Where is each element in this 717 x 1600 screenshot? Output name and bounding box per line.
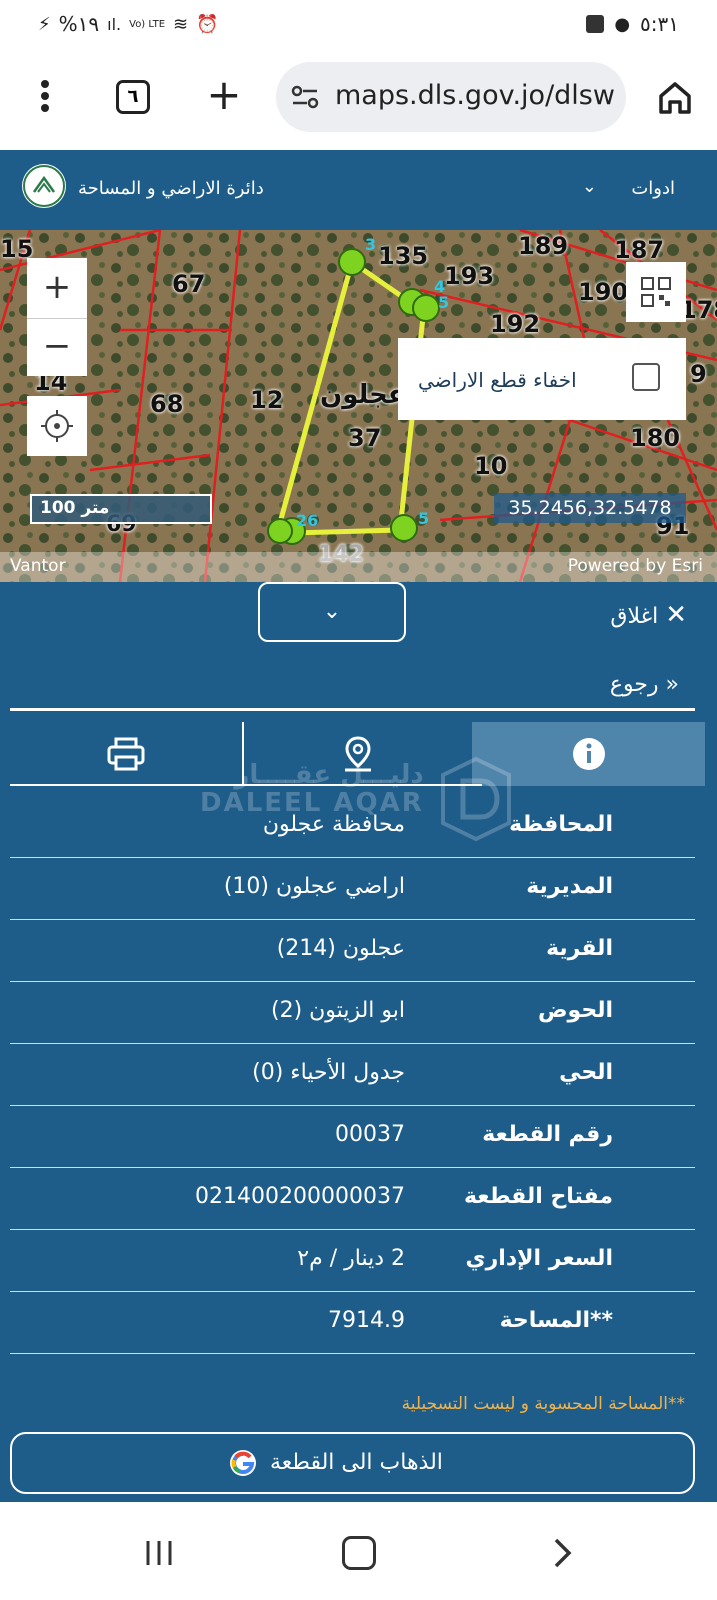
svg-text:3: 3	[365, 235, 376, 254]
new-tab-icon[interactable]: +	[204, 74, 244, 118]
row-value: عجلون (214)	[276, 936, 405, 961]
info-row-area: **المساحة 7914.9	[10, 1292, 695, 1354]
back-nav-icon[interactable]	[548, 1536, 576, 1570]
info-row-district: الحي جدول الأحياء (0)	[10, 1044, 695, 1106]
hide-parcels-label[interactable]: اخفاء قطع الاراضي	[418, 368, 577, 392]
info-row-governorate: المحافظة محافظة عجلون	[10, 796, 695, 858]
dls-logo	[22, 164, 66, 208]
parcel-label: 192	[490, 310, 541, 338]
info-row-admin-price: السعر الإداري 2 دينار / م٢	[10, 1230, 695, 1292]
crosshair-icon	[41, 410, 73, 442]
esri-attribution: Powered by Esri	[567, 556, 703, 576]
zoom-out-button[interactable]: −	[27, 318, 87, 376]
row-label: الحي	[559, 1060, 613, 1085]
signal-icon: ıl.	[107, 14, 122, 34]
status-bar: ⚡ %١٩ ıl. Vo) LTE ≋ ⏰ ● ٥:٣١	[0, 0, 717, 50]
battery-level: %١٩	[58, 12, 100, 36]
row-value: اراضي عجلون (10)	[223, 874, 405, 899]
collapse-panel-button[interactable]: ⌄	[258, 582, 406, 642]
svg-text:5: 5	[438, 293, 449, 312]
scale-bar: 100 متر	[30, 494, 212, 524]
parcel-label: 135	[378, 242, 429, 270]
imagery-attribution: Vantor	[10, 556, 66, 576]
close-label: اغلاق	[610, 604, 659, 629]
recent-apps-icon[interactable]	[142, 1538, 176, 1568]
tools-label: ادوات	[631, 178, 675, 199]
row-value: جدول الأحياء (0)	[252, 1060, 405, 1085]
messenger-icon: ●	[614, 13, 631, 35]
row-value: ابو الزيتون (2)	[270, 998, 405, 1023]
row-value: 021400200000037	[195, 1184, 405, 1209]
coordinates-readout: 35.2456,32.5478	[494, 493, 686, 523]
qr-code-button[interactable]	[626, 262, 686, 322]
parcel-label: 180	[630, 424, 681, 452]
home-icon[interactable]	[655, 78, 695, 118]
tools-menu[interactable]: ادوات ⌄	[582, 176, 675, 199]
clock: ٥:٣١	[640, 12, 679, 36]
svg-text:5: 5	[418, 509, 429, 528]
row-label: المحافظة	[509, 812, 613, 837]
row-label: المديرية	[526, 874, 613, 899]
parcel-label: 37	[348, 424, 382, 452]
browser-menu-icon[interactable]	[30, 78, 60, 118]
tab-switcher-button[interactable]: ٦	[116, 80, 150, 114]
home-nav-icon[interactable]	[342, 1536, 376, 1570]
area-name-label: عجلون	[320, 380, 406, 410]
info-row-village: القرية عجلون (214)	[10, 920, 695, 982]
row-value: 00037	[335, 1122, 405, 1147]
row-label: الحوض	[537, 998, 613, 1023]
parcel-label: 190	[578, 278, 629, 306]
watermark-arabic: دليـــل عقــــار	[234, 760, 424, 790]
info-row-basin: الحوض ابو الزيتون (2)	[10, 982, 695, 1044]
chevron-down-icon: ⌄	[322, 599, 342, 624]
back-label: رجوع	[609, 672, 659, 697]
page-title: دائرة الاراضي و المساحة	[78, 178, 264, 199]
zoom-in-button[interactable]: +	[27, 258, 87, 316]
row-value: محافظة عجلون	[262, 812, 405, 837]
info-icon	[572, 738, 605, 770]
divider	[10, 708, 695, 711]
parcel-label: 187	[614, 236, 665, 264]
row-label: **المساحة	[499, 1308, 613, 1333]
hide-parcels-checkbox[interactable]	[632, 363, 660, 391]
parcel-label: 10	[474, 452, 508, 480]
parcel-label: 189	[518, 232, 569, 260]
notification-check-icon	[586, 15, 605, 33]
qr-code-icon	[641, 277, 671, 307]
row-label: رقم القطعة	[482, 1122, 613, 1147]
row-value: 2 دينار / م٢	[297, 1246, 405, 1271]
close-button[interactable]: اغلاق ✕	[610, 600, 687, 630]
info-row-parcel-number: رقم القطعة 00037	[10, 1106, 695, 1168]
goto-parcel-label[interactable]: الذهاب الى القطعة	[270, 1450, 443, 1475]
row-value: 7914.9	[328, 1308, 405, 1333]
alarm-icon: ⏰	[196, 13, 219, 35]
parcel-label: 193	[444, 262, 495, 290]
wifi-icon: ≋	[173, 13, 189, 35]
row-label: مفتاح القطعة	[463, 1184, 613, 1209]
double-chevron-right-icon: »	[665, 672, 679, 697]
locate-me-button[interactable]	[27, 396, 87, 456]
close-icon: ✕	[665, 600, 687, 630]
battery-icon: ⚡	[38, 13, 51, 35]
area-footnote: **المساحة المحسوبة و ليست التسجيلية	[401, 1394, 685, 1414]
chevron-down-icon: ⌄	[581, 176, 597, 197]
google-icon	[228, 1448, 258, 1478]
parcel-label: 9	[690, 360, 707, 388]
row-label: القرية	[546, 936, 613, 961]
back-button[interactable]: رجوع »	[610, 672, 679, 697]
parcel-label: 68	[150, 390, 184, 418]
site-settings-icon[interactable]	[290, 82, 320, 112]
info-row-directorate: المديرية اراضي عجلون (10)	[10, 858, 695, 920]
url-text[interactable]: maps.dls.gov.jo/dlsw	[335, 80, 615, 111]
parcel-label: 12	[250, 386, 284, 414]
info-row-parcel-key: مفتاح القطعة 021400200000037	[10, 1168, 695, 1230]
parcel-label: 67	[172, 270, 206, 298]
svg-text:26: 26	[296, 511, 318, 530]
volte-indicator: Vo) LTE	[129, 18, 166, 30]
row-label: السعر الإداري	[465, 1246, 613, 1271]
printer-icon	[107, 737, 145, 771]
